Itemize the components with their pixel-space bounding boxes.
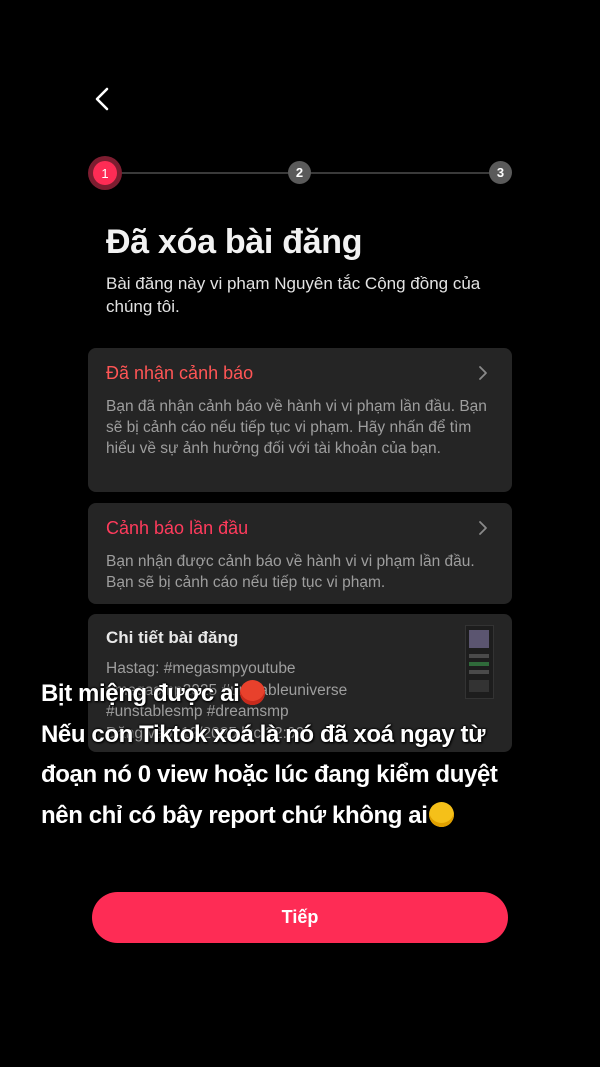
step-1-indicator: 1 — [88, 156, 122, 190]
page-title: Đã xóa bài đăng — [106, 223, 363, 261]
caption-line-2: Nếu con Tiktok xoá là nó đã xoá ngay từ — [41, 720, 486, 748]
rolling-laughing-emoji-icon — [428, 801, 454, 827]
warning-received-body: Bạn đã nhận cảnh báo về hành vi vi phạm … — [106, 398, 487, 457]
first-warning-card[interactable]: Cảnh báo lần đầu Bạn nhận được cảnh báo … — [88, 503, 512, 604]
hot-face-emoji-icon — [240, 680, 266, 705]
step-1-label: 1 — [93, 161, 117, 185]
chevron-left-icon — [95, 87, 109, 111]
first-warning-title: Cảnh báo lần đầu — [106, 518, 249, 538]
overlay-caption: Bịt miệng được ai Nếu con Tiktok xoá là … — [41, 674, 581, 836]
caption-line-3: đoạn nó 0 view hoặc lúc đang kiểm duyệt — [41, 761, 498, 788]
caption-line-4: nên chỉ có bây report chứ không ai — [41, 796, 581, 837]
first-warning-body: Bạn nhận được cảnh báo về hành vi vi phạ… — [106, 553, 475, 591]
warning-received-title: Đã nhận cảnh báo — [106, 363, 254, 383]
continue-button[interactable]: Tiếp — [92, 892, 508, 943]
warning-received-card[interactable]: Đã nhận cảnh báo Bạn đã nhận cảnh báo về… — [88, 348, 512, 492]
page-subtitle: Bài đăng này vi phạm Nguyên tắc Cộng đồn… — [106, 274, 481, 316]
chevron-right-icon — [479, 366, 487, 380]
step-2-indicator: 2 — [288, 161, 311, 184]
caption-line-1: Bịt miệng được ai — [41, 674, 581, 715]
post-details-title: Chi tiết bài đăng — [106, 628, 239, 647]
back-button[interactable] — [88, 84, 118, 114]
chevron-right-icon — [479, 521, 487, 535]
step-3-indicator: 3 — [489, 161, 512, 184]
progress-stepper: 1 2 3 — [88, 156, 514, 190]
